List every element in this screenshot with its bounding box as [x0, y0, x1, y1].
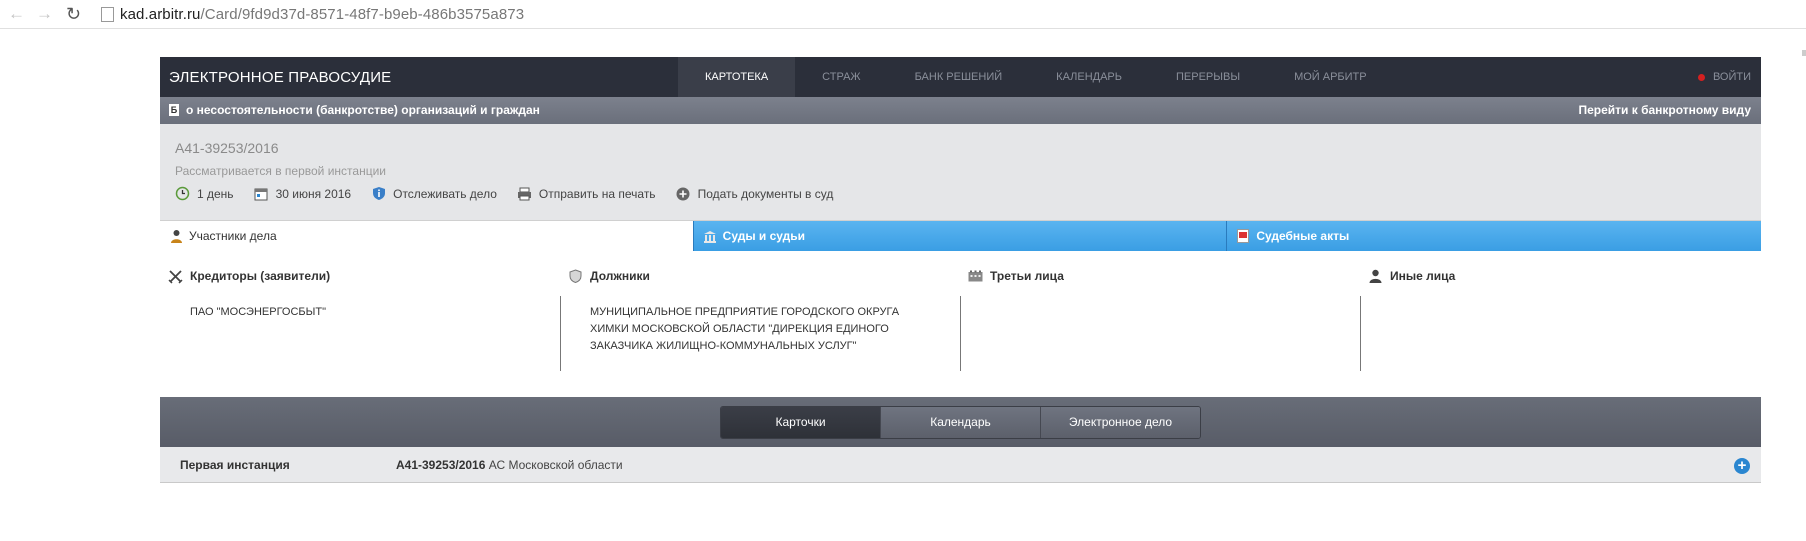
menu-item-calendar[interactable]: КАЛЕНДАРЬ: [1029, 57, 1149, 97]
menu-item-moy-arbitr[interactable]: МОЙ АРБИТР: [1267, 57, 1394, 97]
case-status: Рассматривается в первой инстанции: [175, 164, 386, 178]
debtors-column: Должники МУНИЦИПАЛЬНОЕ ПРЕДПРИЯТИЕ ГОРОД…: [560, 251, 960, 397]
view-switcher-bar: Карточки Календарь Электронное дело: [160, 397, 1761, 447]
case-date: 30 июня 2016: [254, 186, 352, 201]
other-persons-column: Иные лица: [1360, 251, 1760, 397]
date-label: 30 июня 2016: [275, 186, 352, 201]
third-parties-title: Третьи лица: [990, 269, 1064, 283]
third-parties-column: Третьи лица: [960, 251, 1360, 397]
calendar-icon: [254, 186, 269, 201]
forward-arrow-icon[interactable]: →: [36, 5, 53, 23]
pdf-document-icon: [1236, 229, 1250, 243]
url-path: /Card/9fd9d37d-8571-48f7-b9eb-486b3575a8…: [200, 6, 525, 23]
print-button[interactable]: Отправить на печать: [517, 186, 656, 201]
login-label: ВОЙТИ: [1712, 71, 1751, 83]
other-persons-heading: Иные лица: [1367, 268, 1455, 284]
list-item[interactable]: ПАО "МОСЭНЕРГОСБЫТ": [190, 304, 540, 321]
creditors-title: Кредиторы (заявители): [190, 269, 331, 283]
bankruptcy-icon: Б: [169, 104, 179, 116]
case-number: А41-39253/2016: [175, 140, 279, 156]
browser-toolbar: ← → ↻ kad.arbitr.ru/Card/9fd9d37d-8571-4…: [0, 0, 1806, 29]
submit-documents-label: Подать документы в суд: [697, 186, 834, 201]
shield-info-icon: [371, 186, 386, 201]
scrollbar[interactable]: [1802, 50, 1806, 56]
clock-arrow-icon: [175, 186, 190, 201]
bankruptcy-title: о несостоятельности (банкротстве) органи…: [186, 103, 540, 117]
person-icon: [169, 229, 183, 243]
case-tabs: Участники дела Суды и судьи Судебные акт…: [160, 221, 1762, 251]
instance-court: АС Московской области: [488, 458, 623, 472]
third-parties-heading: Третьи лица: [967, 268, 1064, 284]
cards-button[interactable]: Карточки: [721, 407, 880, 438]
menu-item-strazh[interactable]: СТРАЖ: [795, 57, 887, 97]
status-dot-icon: [1697, 73, 1705, 81]
courthouse-icon: [703, 229, 717, 243]
shield-icon: [567, 268, 583, 284]
bankruptcy-bar: Б о несостоятельности (банкротстве) орга…: [160, 97, 1761, 124]
menu-item-breaks[interactable]: ПЕРЕРЫВЫ: [1149, 57, 1267, 97]
instance-row[interactable]: Первая инстанция А41-39253/2016 АС Моско…: [160, 447, 1761, 483]
debtors-title: Должники: [590, 269, 650, 283]
reload-icon[interactable]: ↻: [66, 5, 81, 23]
tab-participants-label: Участники дела: [189, 229, 277, 243]
instance-case: А41-39253/2016 АС Московской области: [396, 458, 623, 472]
view-switcher: Карточки Календарь Электронное дело: [720, 406, 1201, 439]
other-persons-title: Иные лица: [1390, 269, 1456, 283]
crossed-swords-icon: [167, 268, 183, 284]
track-case-label: Отслеживать дело: [393, 186, 497, 201]
url-domain: kad.arbitr.ru: [120, 6, 201, 23]
track-case-button[interactable]: Отслеживать дело: [371, 186, 497, 201]
menu-item-bank-resheniy[interactable]: БАНК РЕШЕНИЙ: [888, 57, 1030, 97]
tab-participants[interactable]: Участники дела: [160, 221, 693, 251]
case-header: А41-39253/2016 Рассматривается в первой …: [160, 124, 1761, 221]
page-icon: [101, 7, 114, 22]
duration-badge: 1 день: [175, 186, 234, 201]
instance-case-number[interactable]: А41-39253/2016: [396, 458, 485, 472]
main-menu: КАРТОТЕКА СТРАЖ БАНК РЕШЕНИЙ КАЛЕНДАРЬ П…: [678, 57, 1394, 97]
bank-view-link[interactable]: Перейти к банкротному виду: [1578, 103, 1751, 117]
expand-plus-icon[interactable]: +: [1734, 458, 1750, 474]
duration-label: 1 день: [197, 186, 234, 201]
tab-courts-label: Суды и судьи: [722, 229, 806, 243]
tab-court-acts[interactable]: Судебные акты: [1226, 221, 1762, 251]
top-navigation: ЭЛЕКТРОННОЕ ПРАВОСУДИЕ КАРТОТЕКА СТРАЖ Б…: [160, 57, 1761, 97]
login-link[interactable]: ВОЙТИ: [1697, 57, 1751, 97]
site-logo[interactable]: ЭЛЕКТРОННОЕ ПРАВОСУДИЕ: [169, 69, 391, 86]
back-arrow-icon[interactable]: ←: [8, 5, 25, 23]
creditors-column: Кредиторы (заявители) ПАО "МОСЭНЕРГОСБЫТ…: [160, 251, 560, 397]
menu-item-kartoteka[interactable]: КАРТОТЕКА: [678, 57, 796, 97]
creditors-list: ПАО "МОСЭНЕРГОСБЫТ": [190, 304, 540, 321]
person-silhouette-icon: [1367, 268, 1383, 284]
creditors-heading: Кредиторы (заявители): [167, 268, 330, 284]
calendar-button[interactable]: Календарь: [880, 407, 1040, 438]
printer-icon: [517, 186, 532, 201]
case-actions: 1 день 30 июня 2016 Отслеживать дело Отп…: [175, 186, 853, 201]
plus-circle-icon: [676, 186, 691, 201]
tab-court-acts-label: Судебные акты: [1256, 229, 1350, 243]
submit-documents-button[interactable]: Подать документы в суд: [676, 186, 834, 201]
list-item[interactable]: МУНИЦИПАЛЬНОЕ ПРЕДПРИЯТИЕ ГОРОДСКОГО ОКР…: [590, 304, 940, 355]
debtors-heading: Должники: [567, 268, 650, 284]
building-icon: [967, 268, 983, 284]
tab-courts[interactable]: Суды и судьи: [692, 221, 1227, 251]
instance-label: Первая инстанция: [180, 458, 290, 472]
participants-section: Кредиторы (заявители) ПАО "МОСЭНЕРГОСБЫТ…: [160, 251, 1761, 397]
address-bar[interactable]: kad.arbitr.ru/Card/9fd9d37d-8571-48f7-b9…: [120, 6, 524, 23]
print-label: Отправить на печать: [538, 186, 656, 201]
debtors-list: МУНИЦИПАЛЬНОЕ ПРЕДПРИЯТИЕ ГОРОДСКОГО ОКР…: [590, 304, 940, 355]
site: ЭЛЕКТРОННОЕ ПРАВОСУДИЕ КАРТОТЕКА СТРАЖ Б…: [160, 57, 1762, 483]
electronic-case-button[interactable]: Электронное дело: [1040, 407, 1200, 438]
